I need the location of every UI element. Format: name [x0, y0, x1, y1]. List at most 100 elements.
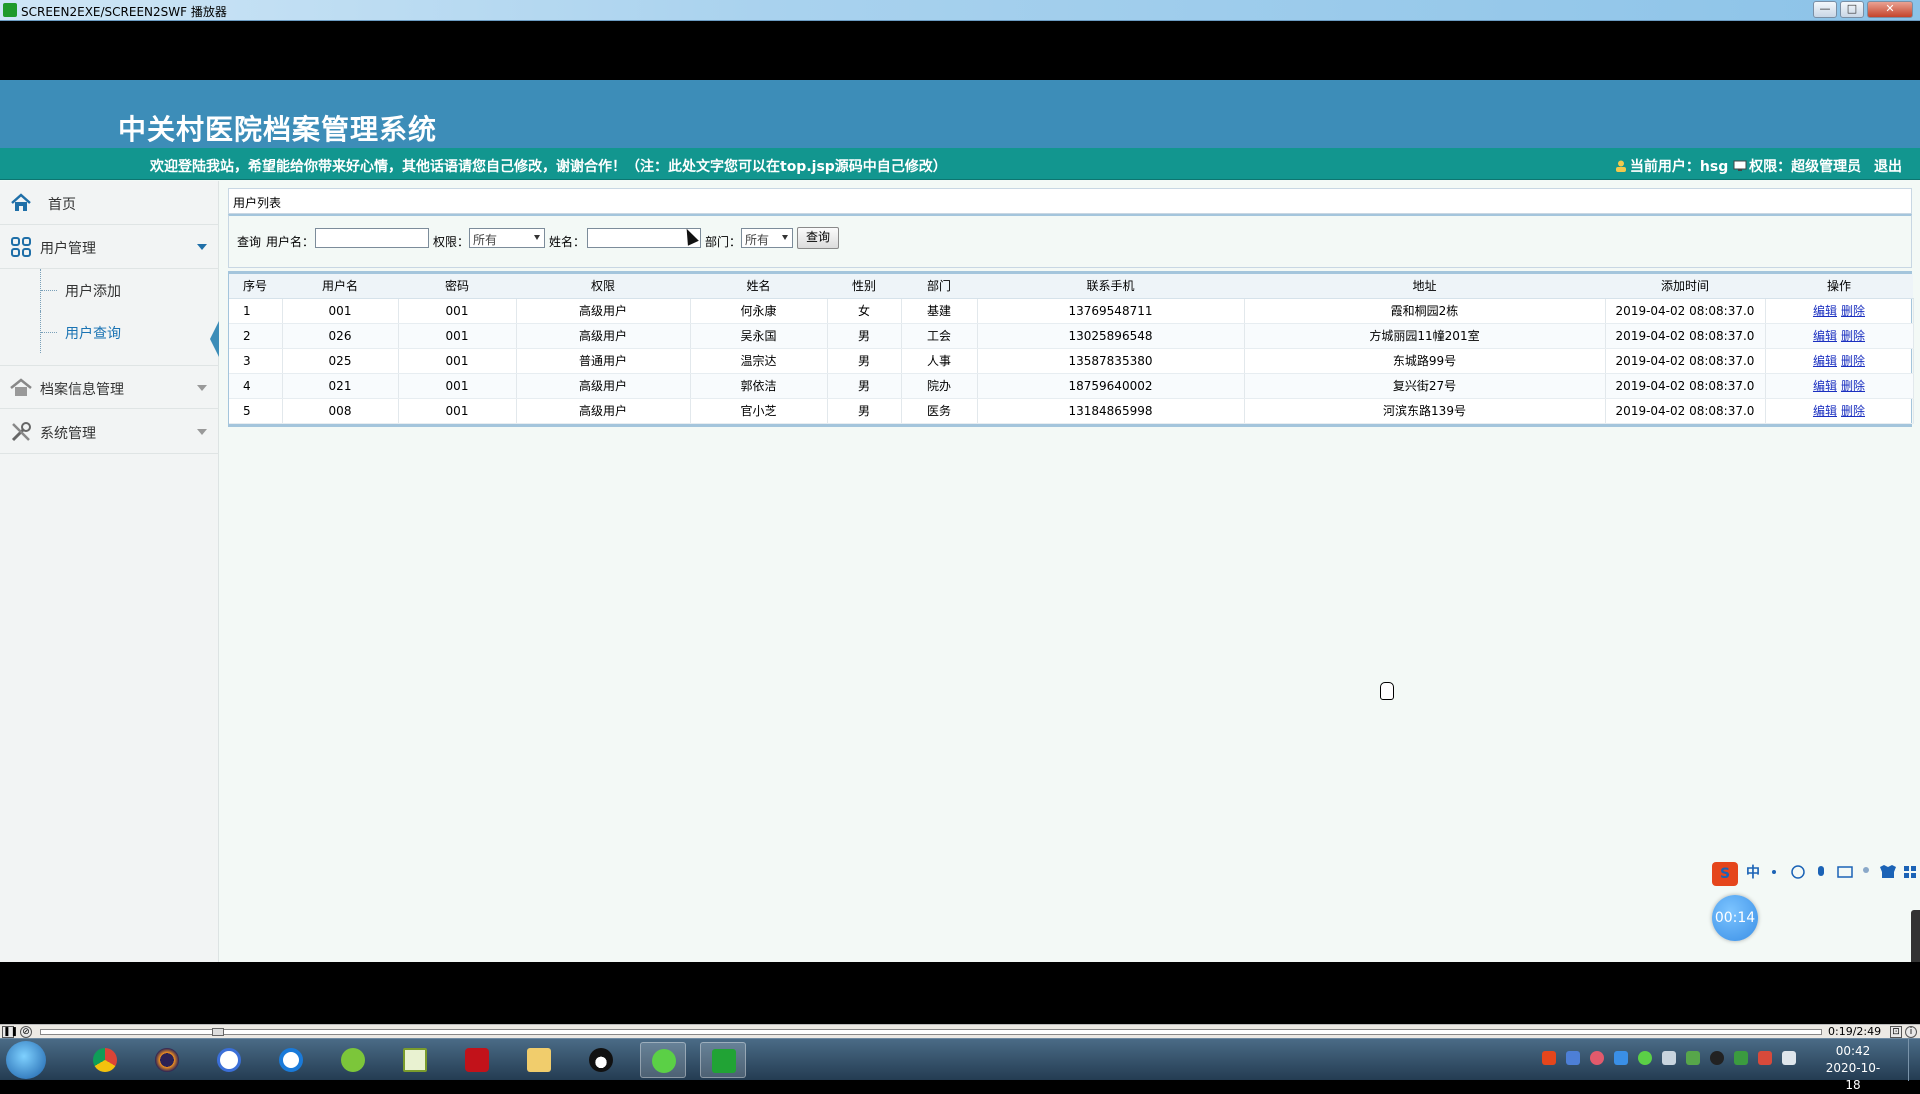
edit-link[interactable]: 编辑 [1813, 379, 1837, 393]
edit-link[interactable]: 编辑 [1813, 354, 1837, 368]
system-title: 中关村医院档案管理系统 [118, 113, 438, 146]
sogou-ime-icon[interactable]: S [1712, 862, 1738, 886]
taskbar-browser[interactable] [268, 1042, 314, 1078]
seek-thumb[interactable] [212, 1028, 225, 1036]
cell-permission: 高级用户 [516, 323, 691, 349]
cell-permission: 高级用户 [516, 398, 691, 424]
header-address: 地址 [1244, 274, 1605, 299]
header-actions: 操作 [1765, 274, 1913, 299]
user-table: 序号 用户名 密码 权限 姓名 性别 部门 联系手机 地址 添加时间 操作 1 … [228, 271, 1914, 427]
delete-link[interactable]: 删除 [1841, 354, 1865, 368]
cell-gender: 男 [827, 373, 902, 399]
cell-phone: 18759640002 [977, 373, 1245, 399]
tray-volume-icon[interactable] [1662, 1051, 1676, 1065]
cell-address: 霞和桐园2栋 [1244, 298, 1606, 324]
cell-index: 4 [229, 373, 283, 399]
tree-branch [41, 290, 57, 291]
query-button[interactable]: 查询 [797, 227, 839, 249]
edit-link[interactable]: 编辑 [1813, 304, 1837, 318]
taskbar-notepad[interactable] [392, 1042, 438, 1078]
edit-link[interactable]: 编辑 [1813, 329, 1837, 343]
ime-toolbar[interactable]: S 中 [1712, 860, 1920, 886]
side-drawer-handle[interactable] [1911, 910, 1920, 962]
taskbar-app-green[interactable] [330, 1042, 376, 1078]
app-icon [217, 1048, 241, 1072]
cell-name: 何永康 [690, 298, 828, 324]
shield-icon[interactable] [1614, 1051, 1628, 1065]
taskbar-eclipse[interactable] [144, 1042, 190, 1078]
sogou-tray-icon[interactable] [1542, 1051, 1556, 1065]
tools-icon [11, 422, 31, 442]
battery-icon[interactable] [1734, 1051, 1748, 1065]
cell-dept: 医务 [901, 398, 978, 424]
sidebar-subitem-user-query[interactable]: 用户查询 [0, 311, 219, 357]
cell-name: 郭依洁 [690, 373, 828, 399]
network-icon[interactable] [1686, 1051, 1700, 1065]
start-button-icon[interactable] [6, 1041, 46, 1079]
taskbar-flash[interactable] [454, 1042, 500, 1078]
taskbar-explorer[interactable] [516, 1042, 562, 1078]
sidebar-label-user-query: 用户查询 [65, 326, 121, 342]
show-desktop-button[interactable] [1908, 1039, 1920, 1081]
tray-flower-icon[interactable] [1590, 1051, 1604, 1065]
qq-penguin-icon [589, 1048, 613, 1072]
cell-added-time: 2019-04-02 08:08:37.0 [1605, 298, 1766, 324]
edit-link[interactable]: 编辑 [1813, 404, 1837, 418]
wechat-tray-icon[interactable] [1638, 1051, 1652, 1065]
pause-icon[interactable]: ❚❚ [2, 1026, 18, 1038]
delete-link[interactable]: 删除 [1841, 404, 1865, 418]
minimize-button[interactable]: — [1813, 1, 1837, 18]
fullscreen-icon[interactable]: ⊡ [1890, 1026, 1902, 1038]
cell-address: 方城丽园11幢201室 [1244, 323, 1606, 349]
action-center-icon[interactable] [1782, 1051, 1796, 1065]
delete-link[interactable]: 删除 [1841, 329, 1865, 343]
player-title-bar: SCREEN2EXE/SCREEN2SWF 播放器 — □ ✕ [0, 0, 1920, 21]
delete-link[interactable]: 删除 [1841, 304, 1865, 318]
timer-badge[interactable]: 00:14 [1712, 895, 1758, 941]
logout-link[interactable]: 退出 [1874, 159, 1902, 175]
speaker-muted-icon[interactable] [1758, 1051, 1772, 1065]
eclipse-icon [155, 1048, 179, 1072]
cell-password: 001 [398, 348, 517, 374]
current-permission: 权限：超级管理员 [1749, 159, 1862, 175]
taskbar-app[interactable] [206, 1042, 252, 1078]
cell-gender: 男 [827, 398, 902, 424]
dept-select[interactable]: 所有 [741, 228, 793, 248]
sidebar-item-system[interactable]: 系统管理 [0, 410, 219, 454]
sidebar-item-home[interactable]: 首页 [0, 181, 219, 225]
taskbar-chrome[interactable] [82, 1042, 128, 1078]
qq-tray-icon[interactable] [1710, 1051, 1724, 1065]
header-password: 密码 [398, 274, 516, 299]
taskbar-qq[interactable] [578, 1042, 624, 1078]
seek-track[interactable] [40, 1029, 1822, 1035]
header-dept: 部门 [901, 274, 977, 299]
flash-icon [465, 1048, 489, 1072]
browser-icon [279, 1048, 303, 1072]
username-input[interactable] [315, 228, 429, 248]
cell-actions: 编辑 删除 [1765, 323, 1914, 349]
sidebar-item-archive[interactable]: 档案信息管理 [0, 365, 219, 409]
permission-label: 权限： [433, 235, 470, 249]
delete-link[interactable]: 删除 [1841, 379, 1865, 393]
taskbar-wechat[interactable] [640, 1042, 686, 1078]
username-label: 用户名： [266, 235, 315, 249]
info-icon[interactable]: i [1905, 1026, 1917, 1038]
chrome-icon [93, 1048, 117, 1072]
ime-tools-icons[interactable] [1768, 864, 1918, 880]
stop-icon[interactable]: ⊘ [20, 1026, 32, 1038]
cell-name: 温宗达 [690, 348, 828, 374]
cell-username: 025 [282, 348, 399, 374]
taskbar-player[interactable] [700, 1042, 746, 1078]
sidebar-item-user-mgmt[interactable]: 用户管理 [0, 225, 219, 269]
ime-mode-chinese[interactable]: 中 [1746, 862, 1760, 882]
tray-app-icon[interactable] [1566, 1051, 1580, 1065]
permission-select[interactable]: 所有 [469, 228, 545, 248]
taskbar-clock[interactable]: 00:42 2020-10-18 [1822, 1043, 1884, 1094]
maximize-button[interactable]: □ [1840, 1, 1864, 18]
close-button[interactable]: ✕ [1867, 1, 1913, 18]
sidebar-subitem-user-add[interactable]: 用户添加 [0, 269, 219, 311]
cell-username: 001 [282, 298, 399, 324]
name-label: 姓名： [549, 235, 586, 249]
cell-password: 001 [398, 398, 517, 424]
cell-phone: 13184865998 [977, 398, 1245, 424]
